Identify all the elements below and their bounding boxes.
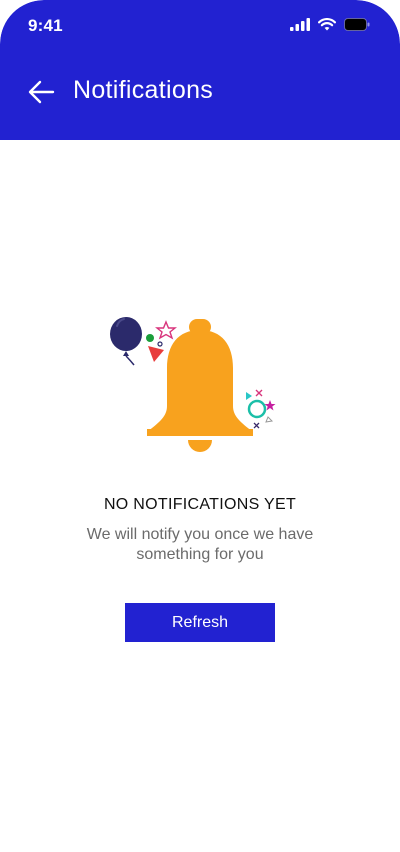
confetti-circle-icon [247, 399, 267, 419]
back-button[interactable] [26, 78, 56, 106]
empty-state-message: We will notify you once we have somethin… [86, 526, 314, 563]
confetti-small-x-icon [253, 422, 260, 429]
empty-state-title: NO NOTIFICATIONS YET [103, 496, 297, 513]
balloon-icon [110, 317, 142, 366]
confetti-outline-triangle-icon [265, 416, 274, 423]
confetti-ring-icon [157, 341, 163, 347]
cellular-signal-icon [290, 18, 310, 31]
screen: 9:41 Notifications NO NOTIFICATIONS YET … [0, 0, 400, 852]
wifi-icon [318, 18, 336, 31]
app-header: 9:41 Notifications [0, 0, 400, 140]
empty-notifications-illustration [100, 310, 300, 460]
toolbar: Notifications [0, 70, 400, 114]
confetti-cone-icon [148, 346, 164, 362]
arrow-left-icon [28, 80, 55, 104]
page-title: Notifications [73, 76, 214, 104]
confetti-triangle-icon [246, 392, 252, 400]
confetti-star-icon [155, 320, 177, 340]
refresh-button[interactable]: Refresh [125, 603, 275, 642]
bell-icon [147, 319, 253, 452]
confetti-x-icon [255, 389, 263, 397]
confetti-dot-icon [146, 334, 154, 342]
status-bar: 9:41 [0, 0, 400, 54]
status-time: 9:41 [28, 16, 63, 35]
battery-icon [344, 18, 370, 31]
status-icons [290, 18, 370, 31]
